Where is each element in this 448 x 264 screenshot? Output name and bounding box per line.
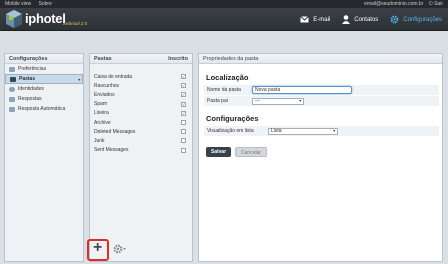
about-link[interactable]: Sobre	[39, 1, 52, 7]
folder-name: Deleted Messages	[94, 128, 136, 135]
parent-folder-label: Pasta pai	[207, 98, 228, 104]
save-button[interactable]: Salvar	[206, 147, 232, 157]
folder-name: Spam	[94, 101, 108, 108]
settings-sections-panel: Configurações Preferências Pastas Identi…	[4, 53, 84, 262]
folder-icon	[10, 76, 16, 82]
preferences-icon	[9, 66, 15, 72]
subscribe-checkbox[interactable]: ✓	[181, 110, 186, 116]
folder-row[interactable]: Sent Messages	[90, 146, 192, 155]
section-auto-reply[interactable]: Resposta Automática	[5, 104, 83, 114]
user-email: email@seudominio.com.br	[364, 1, 424, 7]
folders-title: Pastas	[94, 56, 112, 62]
logout-label: Sair	[434, 1, 443, 7]
identity-icon	[9, 86, 15, 92]
folder-row[interactable]: Junk	[90, 136, 192, 145]
subscribe-checkbox[interactable]	[181, 147, 186, 153]
folder-row[interactable]: Archive	[90, 118, 192, 127]
nav-email[interactable]: E-mail	[294, 8, 336, 31]
folder-name-input[interactable]: Nova pasta	[252, 86, 352, 94]
section-folders[interactable]: Pastas	[5, 74, 83, 85]
folder-name-row: Nome da pasta Nova pasta	[204, 85, 439, 95]
responses-icon	[9, 96, 15, 102]
list-view-label: Visualização em lista	[207, 128, 254, 134]
section-label: Resposta Automática	[18, 106, 66, 112]
folder-row[interactable]: Lixeira ✓	[90, 109, 192, 118]
auto-reply-icon	[9, 106, 15, 112]
subscribe-checkbox[interactable]	[181, 120, 186, 126]
subscribe-checkbox[interactable]	[181, 138, 186, 144]
folders-panel: Pastas Inscrito Caixa de entrada ✓ Rascunh…	[87, 53, 193, 262]
app-header: iphotel webmail 2.0 E-mail Contatos Conf…	[0, 8, 448, 31]
folder-row[interactable]: Caixa de entrada ✓	[90, 72, 192, 81]
brand-name: iphotel	[25, 11, 66, 26]
nav-contacts[interactable]: Contatos	[336, 8, 384, 31]
section-label: Respostas	[18, 96, 42, 102]
subscribed-column-header: Inscrito	[168, 56, 188, 62]
folder-name-label: Nome da pasta	[207, 87, 241, 93]
gear-icon	[390, 15, 399, 24]
section-identities[interactable]: Identidades	[5, 84, 83, 94]
folder-properties-panel: Propriedades da pasta Localização Nome d…	[198, 53, 443, 262]
subscribe-checkbox[interactable]: ✓	[181, 83, 186, 89]
logout-link[interactable]: ⏻ Sair	[429, 1, 443, 7]
add-folder-button[interactable]: +	[93, 239, 102, 256]
logo-icon	[6, 10, 22, 28]
folder-name: Enviados	[94, 91, 115, 98]
folder-row[interactable]: Enviados ✓	[90, 90, 192, 99]
folder-name: Lixeira	[94, 110, 109, 117]
subscribe-checkbox[interactable]	[181, 129, 186, 135]
nav-contacts-label: Contatos	[354, 16, 379, 23]
parent-folder-select[interactable]: ---	[252, 97, 304, 105]
power-icon: ⏻	[428, 1, 433, 7]
folder-name: Caixa de entrada	[94, 73, 133, 80]
section-preferences[interactable]: Preferências	[5, 64, 83, 74]
folder-toolbar: +	[87, 239, 192, 261]
settings-section-title: Configurações	[206, 114, 259, 123]
person-icon	[342, 15, 351, 24]
nav-settings-label: Configurações	[403, 16, 442, 23]
folder-list: Caixa de entrada ✓ Rascunhos ✓ Enviados ✓ Spam…	[90, 72, 192, 155]
folder-row[interactable]: Rascunhos ✓	[90, 81, 192, 90]
section-label: Identidades	[18, 86, 44, 92]
list-view-row: Visualização em lista Lista	[204, 126, 439, 136]
subscribe-checkbox[interactable]: ✓	[181, 74, 186, 80]
folder-properties-title: Propriedades da pasta	[199, 54, 442, 64]
section-label: Preferências	[18, 66, 47, 72]
brand-subtitle: webmail 2.0	[63, 21, 88, 26]
folder-row[interactable]: Spam ✓	[90, 100, 192, 109]
mobile-view-link[interactable]: Mobile view	[5, 1, 31, 7]
nav-email-label: E-mail	[313, 16, 331, 23]
top-bar: Mobile view Sobre email@seudominio.com.b…	[0, 0, 448, 8]
subscribe-checkbox[interactable]: ✓	[181, 92, 186, 98]
location-section-title: Localização	[206, 73, 249, 82]
nav-settings[interactable]: Configurações	[384, 8, 448, 31]
subscribe-checkbox[interactable]: ✓	[181, 101, 186, 107]
parent-folder-row: Pasta pai ---	[204, 96, 439, 106]
folders-header: Pastas Inscrito	[90, 54, 192, 64]
folder-row[interactable]: Deleted Messages	[90, 127, 192, 136]
folder-name: Archive	[94, 119, 111, 126]
settings-sections-title: Configurações	[5, 54, 83, 64]
folder-name: Rascunhos	[94, 82, 120, 89]
section-label: Pastas	[19, 76, 36, 82]
folder-name: Sent Messages	[94, 147, 129, 154]
main-nav: E-mail Contatos Configurações	[294, 8, 448, 31]
list-view-select[interactable]: Lista	[268, 127, 338, 135]
folder-actions-menu-icon[interactable]	[113, 244, 127, 254]
folder-name: Junk	[94, 137, 105, 144]
cancel-button[interactable]: Cancelar	[235, 147, 268, 157]
section-responses[interactable]: Respostas	[5, 94, 83, 104]
envelope-icon	[300, 16, 310, 23]
